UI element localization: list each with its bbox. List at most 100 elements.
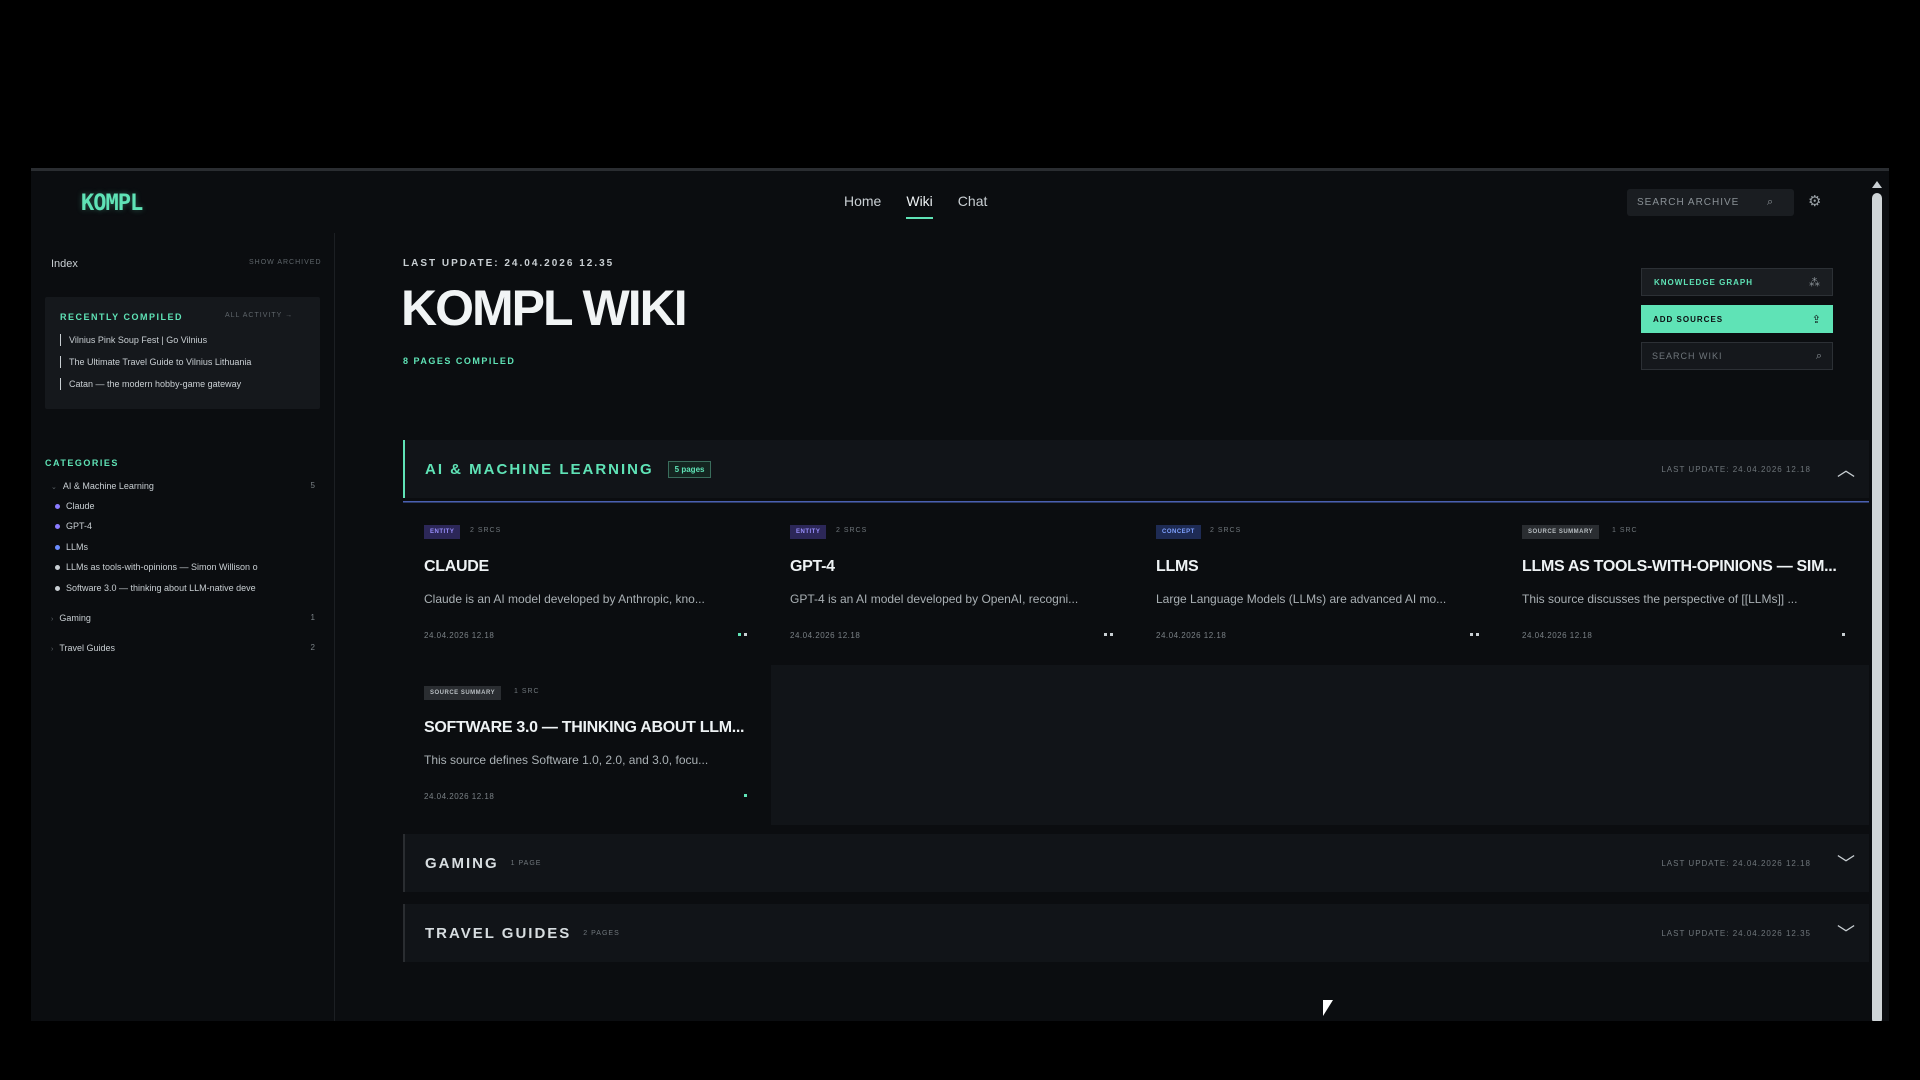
status-dots bbox=[1470, 633, 1479, 636]
category-item-label: LLMs bbox=[66, 542, 89, 552]
graph-icon: ⁂ bbox=[1809, 276, 1820, 289]
category-count: 1 bbox=[310, 613, 315, 622]
type-tag: SOURCE SUMMARY bbox=[424, 686, 502, 700]
card-title: LLMS AS TOOLS-WITH-OPINIONS — SIM... bbox=[1522, 558, 1837, 575]
search-icon[interactable]: ⌕ bbox=[1816, 350, 1822, 363]
section-title: GAMING bbox=[425, 854, 499, 872]
nav-wiki[interactable]: Wiki bbox=[906, 193, 933, 219]
search-wiki-input[interactable] bbox=[1652, 351, 1802, 361]
sidebar: Index SHOW ARCHIVED RECENTLY COMPILED AL… bbox=[31, 233, 335, 1021]
add-sources-label: ADD SOURCES bbox=[1653, 314, 1724, 324]
wiki-card-software3[interactable]: SOURCE SUMMARY 1 SRC SOFTWARE 3.0 — THIN… bbox=[403, 666, 769, 826]
section-last-update: LAST UPDATE: 24.04.2026 12.18 bbox=[1661, 858, 1811, 868]
add-sources-button[interactable]: ADD SOURCES ⇪ bbox=[1641, 305, 1833, 333]
knowledge-graph-button[interactable]: KNOWLEDGE GRAPH ⁂ bbox=[1641, 268, 1833, 296]
section-gaming-header[interactable]: GAMING 1 PAGE LAST UPDATE: 24.04.2026 12… bbox=[403, 834, 1873, 892]
source-count: 2 SRCS bbox=[470, 527, 502, 534]
status-dots bbox=[1104, 633, 1113, 636]
gear-icon[interactable]: ⚙ bbox=[1808, 192, 1821, 210]
type-tag: CONCEPT bbox=[1156, 525, 1201, 539]
type-tag: ENTITY bbox=[790, 525, 827, 539]
search-wiki[interactable]: ⌕ bbox=[1641, 342, 1833, 370]
chevron-up-icon[interactable]: ︿ bbox=[1837, 456, 1855, 482]
categories-title: CATEGORIES bbox=[45, 458, 119, 468]
scroll-thumb[interactable] bbox=[1872, 193, 1882, 1021]
card-description: Large Language Models (LLMs) are advance… bbox=[1156, 592, 1447, 606]
category-item-label: Claude bbox=[66, 501, 95, 511]
recent-item[interactable]: Vilnius Pink Soup Fest | Go Vilnius bbox=[60, 334, 251, 346]
card-date: 24.04.2026 12.18 bbox=[790, 631, 861, 640]
category-gaming[interactable]: › Gaming 1 bbox=[51, 613, 315, 623]
category-item-software3[interactable]: Software 3.0 — thinking about LLM-native… bbox=[55, 583, 325, 593]
recently-compiled-title: RECENTLY COMPILED bbox=[60, 312, 184, 322]
dot-icon bbox=[55, 565, 60, 571]
category-item-claude[interactable]: Claude bbox=[55, 501, 325, 511]
card-title: SOFTWARE 3.0 — THINKING ABOUT LLM... bbox=[424, 719, 745, 736]
section-ai-header[interactable]: AI & MACHINE LEARNING 5 pages LAST UPDAT… bbox=[403, 440, 1873, 498]
category-label: AI & Machine Learning bbox=[62, 481, 154, 491]
pages-compiled: 8 PAGES COMPILED bbox=[403, 356, 516, 366]
scrollbar[interactable] bbox=[1869, 171, 1885, 1021]
show-archived-link[interactable]: SHOW ARCHIVED bbox=[249, 259, 322, 266]
dot-icon bbox=[55, 504, 60, 510]
section-travel-header[interactable]: TRAVEL GUIDES 2 PAGES LAST UPDATE: 24.04… bbox=[403, 904, 1873, 962]
nav-home[interactable]: Home bbox=[844, 193, 881, 219]
section-divider bbox=[403, 501, 1873, 503]
mouse-cursor-icon bbox=[1323, 1000, 1333, 1016]
nav-chat[interactable]: Chat bbox=[958, 193, 988, 219]
chevron-down-icon[interactable]: ﹀ bbox=[1837, 850, 1855, 876]
card-description: Claude is an AI model developed by Anthr… bbox=[424, 592, 705, 606]
dot-icon bbox=[55, 524, 60, 530]
card-description: This source discusses the perspective of… bbox=[1522, 592, 1798, 606]
status-dots bbox=[738, 633, 747, 636]
status-dots bbox=[1842, 633, 1845, 636]
app-window: KOMPL Home Wiki Chat ⌕ ⚙ Index SHOW ARCH… bbox=[31, 168, 1889, 1021]
wiki-card-llms-tools[interactable]: SOURCE SUMMARY 1 SRC LLMS AS TOOLS-WITH-… bbox=[1501, 505, 1867, 665]
dot-icon bbox=[55, 545, 60, 551]
chevron-down-icon[interactable]: ﹀ bbox=[1837, 920, 1855, 946]
logo[interactable]: KOMPL bbox=[81, 191, 143, 216]
wiki-card-claude[interactable]: ENTITY 2 SRCS CLAUDE Claude is an AI mod… bbox=[403, 505, 769, 665]
page-count-badge: 5 pages bbox=[667, 460, 712, 478]
knowledge-graph-label: KNOWLEDGE GRAPH bbox=[1654, 277, 1753, 287]
wiki-card-llms[interactable]: CONCEPT 2 SRCS LLMS Large Language Model… bbox=[1135, 505, 1501, 665]
card-title: GPT-4 bbox=[790, 558, 835, 575]
wiki-card-gpt4[interactable]: ENTITY 2 SRCS GPT-4 GPT-4 is an AI model… bbox=[769, 505, 1135, 665]
recent-item[interactable]: Catan — the modern hobby-game gateway bbox=[60, 378, 251, 390]
card-date: 24.04.2026 12.18 bbox=[1522, 631, 1593, 640]
type-tag: SOURCE SUMMARY bbox=[1522, 525, 1600, 539]
source-count: 2 SRCS bbox=[1210, 527, 1242, 534]
recent-list: Vilnius Pink Soup Fest | Go Vilnius The … bbox=[60, 334, 251, 400]
status-dots bbox=[744, 794, 747, 797]
all-activity-link[interactable]: ALL ACTIVITY → bbox=[225, 312, 293, 319]
type-tag: ENTITY bbox=[424, 525, 461, 539]
category-item-label: Software 3.0 — thinking about LLM-native… bbox=[66, 583, 256, 593]
empty-card-area bbox=[771, 665, 1873, 825]
category-travel[interactable]: › Travel Guides 2 bbox=[51, 643, 315, 653]
chevron-right-icon: › bbox=[51, 616, 54, 623]
category-item-label: LLMs as tools-with-opinions — Simon Will… bbox=[66, 562, 258, 572]
search-icon[interactable]: ⌕ bbox=[1767, 196, 1773, 209]
category-item-label: GPT-4 bbox=[66, 521, 93, 531]
recent-item[interactable]: The Ultimate Travel Guide to Vilnius Lit… bbox=[60, 356, 251, 368]
card-title: LLMS bbox=[1156, 558, 1199, 575]
top-nav: KOMPL Home Wiki Chat ⌕ ⚙ bbox=[31, 171, 1871, 231]
category-item-llms-tools[interactable]: LLMs as tools-with-opinions — Simon Will… bbox=[55, 562, 325, 572]
page-count: 1 PAGE bbox=[510, 859, 542, 867]
search-archive-input[interactable] bbox=[1637, 197, 1767, 208]
sidebar-index-label[interactable]: Index bbox=[51, 258, 78, 270]
category-item-llms[interactable]: LLMs bbox=[55, 542, 325, 552]
card-description: This source defines Software 1.0, 2.0, a… bbox=[424, 753, 709, 767]
page-title: KOMPL WIKI bbox=[401, 280, 688, 336]
category-ai[interactable]: ⌄ AI & Machine Learning 5 bbox=[51, 481, 315, 491]
card-date: 24.04.2026 12.18 bbox=[1156, 631, 1227, 640]
scroll-up-arrow-icon[interactable] bbox=[1872, 181, 1882, 188]
card-title: CLAUDE bbox=[424, 558, 489, 575]
search-archive[interactable]: ⌕ bbox=[1627, 189, 1794, 216]
source-count: 2 SRCS bbox=[836, 527, 868, 534]
section-title: TRAVEL GUIDES bbox=[425, 924, 572, 942]
category-item-gpt4[interactable]: GPT-4 bbox=[55, 521, 325, 531]
category-label: Gaming bbox=[59, 613, 91, 623]
category-label: Travel Guides bbox=[59, 643, 116, 653]
nav-links: Home Wiki Chat bbox=[844, 193, 987, 219]
